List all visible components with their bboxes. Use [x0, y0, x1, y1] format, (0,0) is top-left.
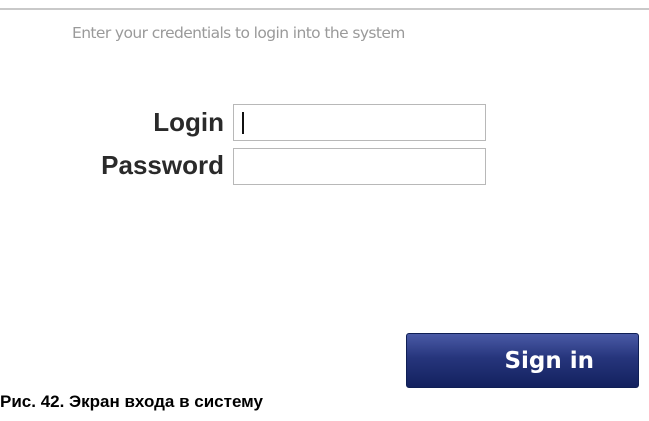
- login-label: Login: [153, 107, 224, 137]
- login-input[interactable]: [233, 104, 486, 141]
- text-caret: [242, 112, 244, 134]
- password-label: Password: [101, 150, 224, 180]
- login-instructions: Enter your credentials to login into the…: [72, 24, 405, 42]
- figure-caption: Рис. 42. Экран входа в систему: [0, 392, 263, 411]
- top-divider: [0, 8, 649, 10]
- password-input[interactable]: [233, 148, 486, 185]
- sign-in-button[interactable]: Sign in: [406, 333, 639, 388]
